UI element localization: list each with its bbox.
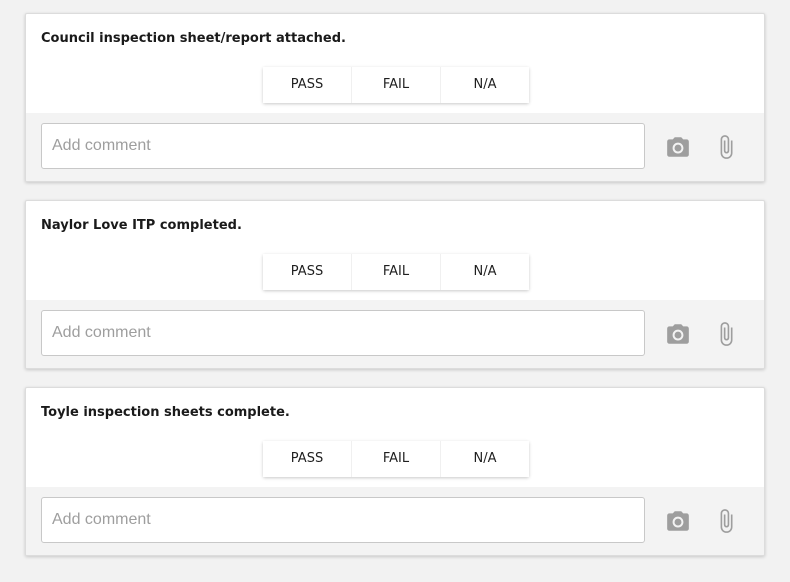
camera-icon[interactable]: [665, 508, 691, 534]
na-button[interactable]: N/A: [440, 254, 529, 290]
checklist-item-title: Toyle inspection sheets complete.: [41, 405, 290, 420]
result-selector: PASS FAIL N/A: [263, 254, 529, 290]
checklist-item-card: Toyle inspection sheets complete. PASS F…: [25, 387, 765, 556]
checklist-item-title: Council inspection sheet/report attached…: [41, 31, 346, 46]
comment-input[interactable]: [41, 497, 645, 543]
pass-button[interactable]: PASS: [263, 67, 351, 103]
comment-input[interactable]: [41, 123, 645, 169]
comment-input[interactable]: [41, 310, 645, 356]
paperclip-icon[interactable]: [713, 321, 739, 347]
na-button[interactable]: N/A: [440, 441, 529, 477]
result-selector: PASS FAIL N/A: [263, 441, 529, 477]
result-selector: PASS FAIL N/A: [263, 67, 529, 103]
pass-button[interactable]: PASS: [263, 254, 351, 290]
pass-button[interactable]: PASS: [263, 441, 351, 477]
comment-bar: [26, 487, 764, 555]
comment-bar: [26, 300, 764, 368]
na-button[interactable]: N/A: [440, 67, 529, 103]
paperclip-icon[interactable]: [713, 134, 739, 160]
paperclip-icon[interactable]: [713, 508, 739, 534]
comment-bar: [26, 113, 764, 181]
checklist-item-card: Council inspection sheet/report attached…: [25, 13, 765, 182]
camera-icon[interactable]: [665, 321, 691, 347]
fail-button[interactable]: FAIL: [351, 67, 440, 103]
checklist-item-card: Naylor Love ITP completed. PASS FAIL N/A: [25, 200, 765, 369]
camera-icon[interactable]: [665, 134, 691, 160]
fail-button[interactable]: FAIL: [351, 441, 440, 477]
checklist-item-title: Naylor Love ITP completed.: [41, 218, 242, 233]
fail-button[interactable]: FAIL: [351, 254, 440, 290]
